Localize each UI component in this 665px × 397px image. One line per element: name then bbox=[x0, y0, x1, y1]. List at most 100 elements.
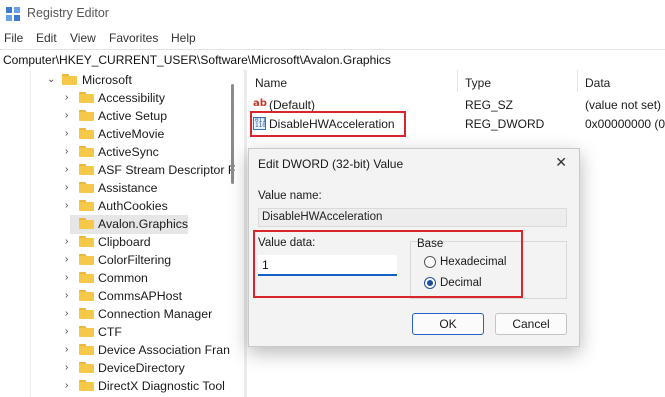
chevron-right-icon[interactable]: › bbox=[65, 146, 68, 157]
chevron-right-icon[interactable]: › bbox=[65, 164, 68, 175]
value-name-field: DisableHWAcceleration bbox=[258, 208, 567, 227]
dialog-title: Edit DWORD (32-bit) Value bbox=[258, 157, 404, 171]
folder-icon bbox=[79, 344, 94, 355]
folder-icon bbox=[79, 236, 94, 247]
chevron-down-icon[interactable]: ⌄ bbox=[47, 74, 55, 85]
chevron-right-icon[interactable]: › bbox=[65, 92, 68, 103]
highlight-box bbox=[253, 230, 523, 298]
folder-icon bbox=[79, 92, 94, 103]
menu-help[interactable]: Help bbox=[171, 31, 196, 45]
tree-item-label: Device Association Fran bbox=[98, 343, 230, 357]
folder-icon bbox=[79, 308, 94, 319]
chevron-right-icon[interactable]: › bbox=[65, 290, 68, 301]
tree-item[interactable]: › AuthCookies bbox=[0, 197, 230, 215]
address-bar[interactable]: Computer\HKEY_CURRENT_USER\Software\Micr… bbox=[0, 49, 665, 71]
tree-item[interactable]: › ActiveMovie bbox=[0, 125, 230, 143]
tree-item[interactable]: › Device Association Fran bbox=[0, 341, 230, 359]
tree-item-label: ActiveSync bbox=[98, 145, 159, 159]
folder-icon bbox=[79, 182, 94, 193]
tree-item[interactable]: › Active Setup bbox=[0, 107, 230, 125]
tree-item[interactable]: › DeviceDirectory bbox=[0, 359, 230, 377]
tree-item-label: Common bbox=[98, 271, 148, 285]
tree-item-label: ColorFiltering bbox=[98, 253, 172, 267]
column-name-header[interactable]: Name bbox=[255, 76, 287, 90]
folder-icon bbox=[79, 326, 94, 337]
ok-button[interactable]: OK bbox=[412, 313, 484, 335]
string-value-icon: ab bbox=[253, 98, 267, 109]
folder-icon bbox=[79, 164, 94, 175]
folder-icon bbox=[79, 272, 94, 283]
value-name-label: Value name: bbox=[258, 190, 322, 202]
tree-item-label: DirectX Diagnostic Tool bbox=[98, 379, 225, 393]
tree-item-label: ASF Stream Descriptor F bbox=[98, 163, 236, 177]
tree-item-label: AuthCookies bbox=[98, 199, 168, 213]
tree-item[interactable]: Avalon.Graphics bbox=[0, 215, 230, 233]
key-tree[interactable]: ⌄ Microsoft › Accessibility › Active Setup ›… bbox=[0, 70, 243, 397]
chevron-right-icon[interactable]: › bbox=[65, 128, 68, 139]
chevron-right-icon[interactable]: › bbox=[65, 380, 68, 391]
chevron-right-icon[interactable]: › bbox=[65, 272, 68, 283]
close-icon[interactable]: ✕ bbox=[555, 154, 567, 171]
column-separator[interactable] bbox=[577, 70, 578, 92]
tree-item-label: Microsoft bbox=[82, 73, 132, 87]
chevron-right-icon[interactable]: › bbox=[65, 362, 68, 373]
tree-item[interactable]: › Clipboard bbox=[0, 233, 230, 251]
tree-item[interactable]: › Accessibility bbox=[0, 89, 230, 107]
column-type-header[interactable]: Type bbox=[465, 76, 491, 90]
tree-item[interactable]: › ColorFiltering bbox=[0, 251, 230, 269]
folder-icon bbox=[79, 362, 94, 373]
menu-bar: File Edit View Favorites Help bbox=[0, 28, 665, 48]
tree-item-label: Active Setup bbox=[98, 109, 168, 123]
window-title: Registry Editor bbox=[27, 6, 109, 20]
column-data-header[interactable]: Data bbox=[585, 76, 610, 90]
menu-file[interactable]: File bbox=[4, 31, 23, 45]
menu-view[interactable]: View bbox=[70, 31, 96, 45]
registry-icon bbox=[6, 7, 20, 21]
tree-item-microsoft[interactable]: ⌄ Microsoft bbox=[0, 71, 230, 89]
folder-icon bbox=[79, 110, 94, 121]
address-path: Computer\HKEY_CURRENT_USER\Software\Micr… bbox=[3, 53, 391, 67]
tree-item[interactable]: › Common bbox=[0, 269, 230, 287]
folder-icon bbox=[79, 200, 94, 211]
chevron-right-icon[interactable]: › bbox=[65, 182, 68, 193]
tree-item-label: ActiveMovie bbox=[98, 127, 165, 141]
chevron-right-icon[interactable]: › bbox=[65, 344, 68, 355]
folder-icon bbox=[79, 290, 94, 301]
menu-favorites[interactable]: Favorites bbox=[109, 31, 158, 45]
folder-icon bbox=[79, 218, 94, 229]
chevron-right-icon[interactable]: › bbox=[65, 236, 68, 247]
value-data-default: (value not set) bbox=[585, 98, 662, 112]
value-type-dword: REG_DWORD bbox=[465, 117, 545, 131]
tree-item[interactable]: › CTF bbox=[0, 323, 230, 341]
tree-item-label: Avalon.Graphics bbox=[98, 217, 188, 231]
column-separator[interactable] bbox=[457, 70, 458, 92]
chevron-right-icon[interactable]: › bbox=[65, 326, 68, 337]
tree-item-label: Assistance bbox=[98, 181, 158, 195]
chevron-right-icon[interactable]: › bbox=[65, 308, 68, 319]
title-bar: Registry Editor bbox=[0, 0, 665, 28]
chevron-right-icon[interactable]: › bbox=[65, 200, 68, 211]
chevron-right-icon[interactable]: › bbox=[65, 110, 68, 121]
tree-item-label: Connection Manager bbox=[98, 307, 213, 321]
folder-icon bbox=[79, 146, 94, 157]
tree-item[interactable]: › ActiveSync bbox=[0, 143, 230, 161]
tree-scrollbar[interactable] bbox=[231, 84, 234, 184]
value-name-text: DisableHWAcceleration bbox=[262, 211, 383, 223]
tree-item[interactable]: › ASF Stream Descriptor F bbox=[0, 161, 235, 179]
tree-item[interactable]: › Assistance bbox=[0, 179, 230, 197]
folder-icon bbox=[62, 74, 77, 85]
tree-item[interactable]: › CommsAPHost bbox=[0, 287, 230, 305]
folder-icon bbox=[79, 380, 94, 391]
cancel-button[interactable]: Cancel bbox=[495, 313, 567, 335]
highlight-box bbox=[250, 111, 406, 137]
tree-item-label: CommsAPHost bbox=[98, 289, 183, 303]
folder-icon bbox=[79, 254, 94, 265]
value-data-dword: 0x00000000 (0) bbox=[585, 117, 665, 131]
menu-edit[interactable]: Edit bbox=[36, 31, 57, 45]
value-name-default[interactable]: (Default) bbox=[269, 98, 315, 112]
tree-item[interactable]: › DirectX Diagnostic Tool bbox=[0, 377, 230, 395]
value-type-default: REG_SZ bbox=[465, 98, 514, 112]
tree-item-label: Accessibility bbox=[98, 91, 165, 105]
tree-item[interactable]: › Connection Manager bbox=[0, 305, 230, 323]
chevron-right-icon[interactable]: › bbox=[65, 254, 68, 265]
